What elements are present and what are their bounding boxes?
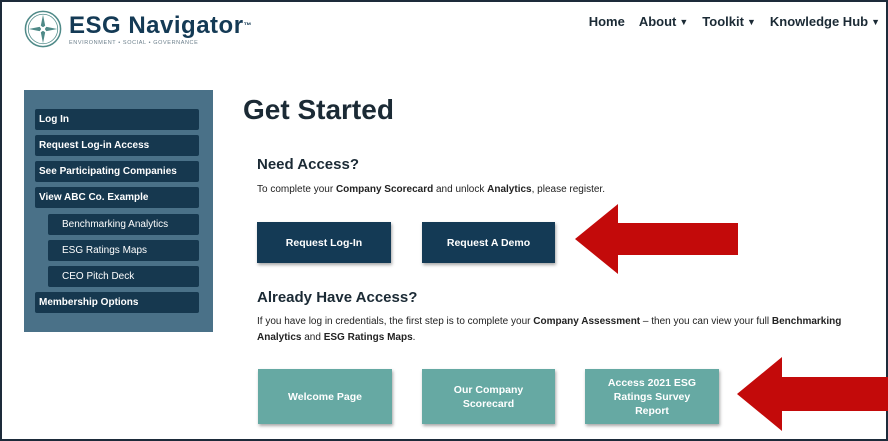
red-arrow-icon	[737, 357, 888, 431]
chevron-down-icon: ▼	[679, 17, 689, 27]
top-nav: Home About ▼ Toolkit ▼ Knowledge Hub ▼	[589, 14, 880, 29]
need-access-text: To complete your Company Scorecard and u…	[257, 184, 605, 195]
esg-survey-report-button[interactable]: Access 2021 ESG Ratings Survey Report	[585, 369, 719, 424]
logo[interactable]: ESG Navigator™ ENVIRONMENT • SOCIAL • GO…	[24, 10, 252, 48]
chevron-down-icon: ▼	[746, 17, 756, 27]
already-access-heading: Already Have Access?	[257, 289, 418, 306]
welcome-page-button[interactable]: Welcome Page	[258, 369, 392, 424]
nav-home[interactable]: Home	[589, 14, 625, 29]
need-access-heading: Need Access?	[257, 156, 359, 173]
sidebar: Log In Request Log-in Access See Partici…	[24, 90, 213, 332]
nav-toolkit[interactable]: Toolkit ▼	[702, 14, 756, 29]
compass-icon	[24, 10, 62, 48]
logo-subtitle: ENVIRONMENT • SOCIAL • GOVERNANCE	[69, 39, 199, 46]
request-login-button[interactable]: Request Log-In	[257, 222, 391, 263]
sidebar-item-log-in[interactable]: Log In	[35, 109, 199, 130]
nav-knowledge-hub[interactable]: Knowledge Hub ▼	[770, 14, 880, 29]
sidebar-item-ceo-pitch-deck[interactable]: CEO Pitch Deck	[48, 266, 199, 287]
nav-about[interactable]: About ▼	[639, 14, 688, 29]
already-access-text: If you have log in credentials, the firs…	[257, 316, 842, 343]
sidebar-item-abc-example[interactable]: View ABC Co. Example	[35, 187, 199, 208]
logo-title: ESG Navigator™	[69, 11, 253, 39]
sidebar-item-request-access[interactable]: Request Log-in Access	[35, 135, 199, 156]
sidebar-item-participating-companies[interactable]: See Participating Companies	[35, 161, 199, 182]
sidebar-item-membership-options[interactable]: Membership Options	[35, 292, 199, 313]
red-arrow-icon	[575, 204, 738, 274]
sidebar-item-benchmarking-analytics[interactable]: Benchmarking Analytics	[48, 214, 199, 235]
chevron-down-icon: ▼	[871, 17, 880, 27]
company-scorecard-button[interactable]: Our Company Scorecard	[422, 369, 555, 424]
request-demo-button[interactable]: Request A Demo	[422, 222, 555, 263]
page-title: Get Started	[243, 94, 394, 125]
sidebar-item-esg-ratings-maps[interactable]: ESG Ratings Maps	[48, 240, 199, 261]
